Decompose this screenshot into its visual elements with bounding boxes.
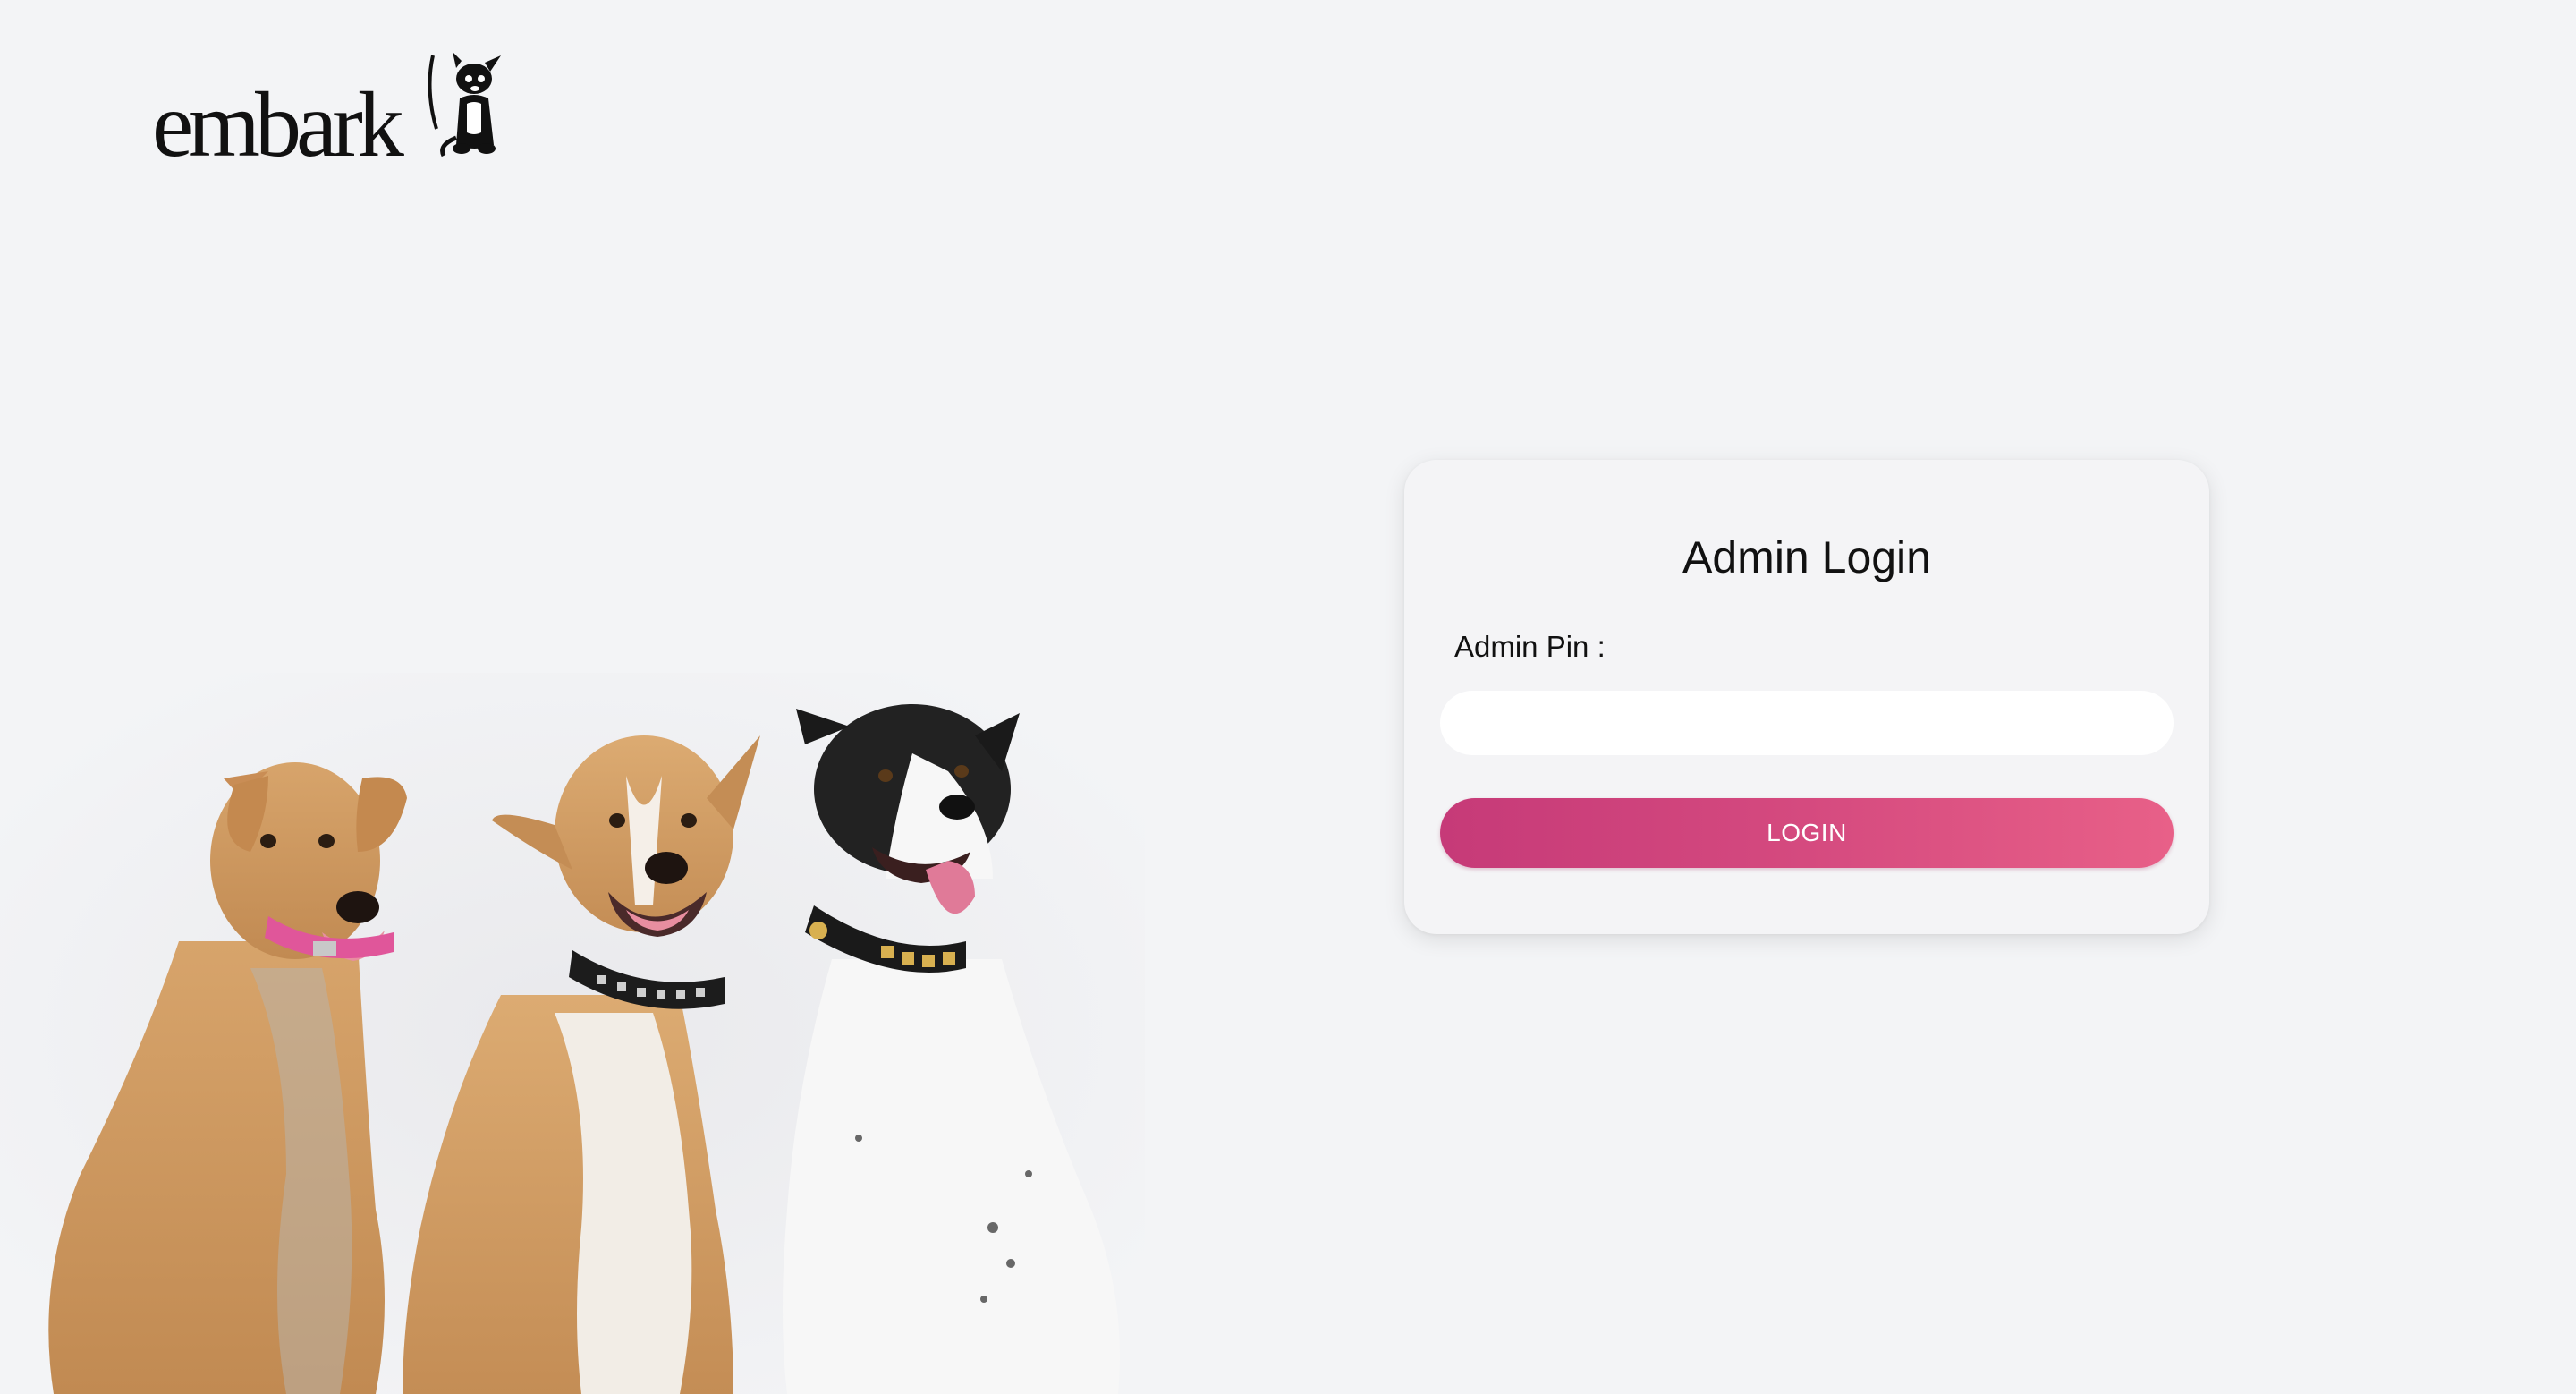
dogs-hero-image [0, 673, 1145, 1394]
login-button[interactable]: LOGIN [1440, 798, 2174, 868]
admin-login-card: Admin Login Admin Pin : LOGIN [1404, 460, 2209, 934]
embark-logo: embark [152, 52, 510, 172]
admin-pin-label: Admin Pin : [1454, 630, 1606, 663]
logo-wordmark: embark [152, 73, 404, 176]
login-title: Admin Login [1682, 532, 1931, 582]
login-page: embark Admin Login Admin Pin: LOGIN [0, 0, 2576, 1394]
admin-pin-input[interactable] [1440, 691, 2174, 755]
dog-icon [428, 52, 501, 157]
